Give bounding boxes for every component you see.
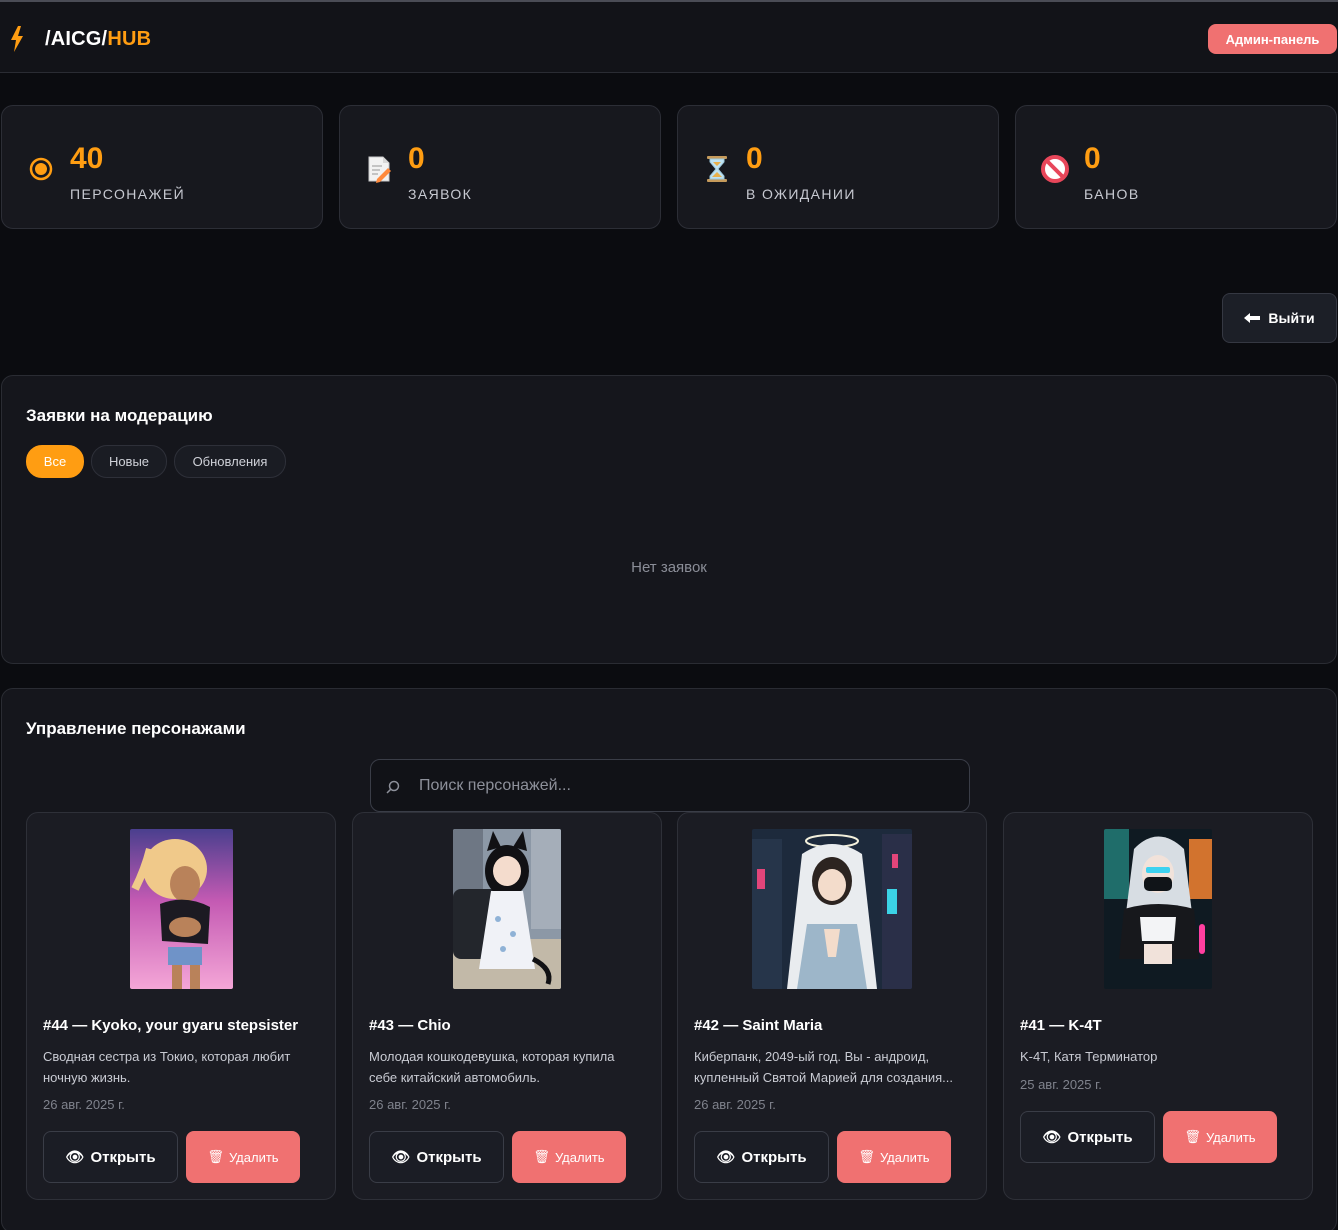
description-line: ночную жизнь.	[43, 1070, 131, 1085]
delete-label: Удалить	[879, 1149, 930, 1165]
description-line: Киберпанк, 2049-ый год. Вы - андроид,	[694, 1049, 930, 1064]
logout-label: Выйти	[1268, 310, 1315, 326]
character-image[interactable]	[752, 829, 912, 989]
delete-button[interactable]: 🗑 Удалить	[512, 1131, 626, 1183]
stat-value: 0	[408, 142, 425, 175]
moderation-panel: Заявки на модерацию Все Новые Обновления…	[1, 375, 1337, 664]
character-image[interactable]	[130, 829, 233, 989]
character-title: #44 — Kyoko, your gyaru stepsister	[43, 1017, 299, 1034]
character-title: #41 — K-4T	[1020, 1017, 1102, 1034]
filter-all[interactable]: Все	[26, 445, 84, 478]
character-image[interactable]	[1104, 829, 1212, 989]
filter-updates[interactable]: Обновления	[174, 445, 286, 478]
panel-title: Заявки на модерацию	[26, 406, 213, 425]
open-label: Открыть	[90, 1148, 156, 1166]
stat-value: 40	[70, 142, 104, 175]
description-line: Молодая кошкодевушка, которая купила	[369, 1049, 615, 1064]
eye-icon: 👁	[716, 1149, 736, 1166]
top-bar: /AICG/HUB Админ-панель	[0, 0, 1338, 73]
eye-icon: 👁	[65, 1149, 85, 1166]
stat-card-characters: 40 ПЕРСОНАЖЕЙ	[1, 105, 323, 229]
open-button[interactable]: 👁 Открыть	[369, 1131, 504, 1183]
logo-prefix: /AICG/	[45, 28, 108, 50]
character-description: Сводная сестра из Токио, которая любит н…	[43, 1046, 325, 1088]
character-date: 25 авг. 2025 г.	[1020, 1077, 1102, 1092]
eye-icon: 👁	[1042, 1129, 1062, 1146]
eye-icon: 👁	[391, 1149, 411, 1166]
search-input[interactable]	[419, 760, 959, 811]
trash-icon: 🗑	[1184, 1129, 1201, 1144]
arrow-left-icon	[1244, 313, 1261, 323]
stat-card-pending: 0 В ОЖИДАНИИ	[677, 105, 999, 229]
logout-button[interactable]: Выйти	[1222, 293, 1337, 343]
character-card: #42 — Saint Maria Киберпанк, 2049-ый год…	[677, 812, 987, 1200]
search-icon	[386, 780, 400, 794]
delete-label: Удалить	[554, 1149, 605, 1165]
character-description: K-4T, Катя Терминатор	[1020, 1046, 1302, 1067]
open-button[interactable]: 👁 Открыть	[43, 1131, 178, 1183]
character-card: #44 — Kyoko, your gyaru stepsister Сводн…	[26, 812, 336, 1200]
trash-icon: 🗑	[858, 1149, 875, 1164]
character-card: #41 — K-4T K-4T, Катя Терминатор 25 авг.…	[1003, 812, 1313, 1200]
ban-icon	[1041, 155, 1069, 183]
character-image[interactable]	[453, 829, 561, 989]
stat-label: БАНОВ	[1084, 186, 1140, 202]
stat-label: В ОЖИДАНИИ	[746, 186, 856, 202]
logo[interactable]: /AICG/HUB	[45, 28, 151, 51]
character-title: #42 — Saint Maria	[694, 1017, 823, 1034]
search-box	[370, 759, 970, 812]
delete-button[interactable]: 🗑 Удалить	[1163, 1111, 1277, 1163]
description-line: Сводная сестра из Токио, которая любит	[43, 1049, 291, 1064]
stat-card-requests: 0 ЗАЯВОК	[339, 105, 661, 229]
open-button[interactable]: 👁 Открыть	[1020, 1111, 1155, 1163]
empty-state-text: Нет заявок	[631, 559, 707, 576]
delete-button[interactable]: 🗑 Удалить	[837, 1131, 951, 1183]
logo-accent: HUB	[107, 28, 152, 50]
stat-card-bans: 0 БАНОВ	[1015, 105, 1337, 229]
open-label: Открыть	[416, 1148, 482, 1166]
open-label: Открыть	[741, 1148, 807, 1166]
character-description: Киберпанк, 2049-ый год. Вы - андроид, ку…	[694, 1046, 976, 1088]
memo-icon	[368, 156, 391, 183]
description-line: K-4T, Катя Терминатор	[1020, 1049, 1158, 1064]
delete-label: Удалить	[228, 1149, 279, 1165]
character-card: #43 — Chio Молодая кошкодевушка, которая…	[352, 812, 662, 1200]
open-label: Открыть	[1067, 1128, 1133, 1146]
character-description: Молодая кошкодевушка, которая купила себ…	[369, 1046, 651, 1088]
lightning-icon	[11, 26, 23, 52]
character-title: #43 — Chio	[369, 1017, 451, 1034]
stat-label: ЗАЯВОК	[408, 186, 473, 202]
stat-value: 0	[1084, 142, 1101, 175]
character-date: 26 авг. 2025 г.	[369, 1097, 451, 1112]
open-button[interactable]: 👁 Открыть	[694, 1131, 829, 1183]
admin-panel-button[interactable]: Админ-панель	[1208, 24, 1337, 54]
filter-new[interactable]: Новые	[91, 445, 167, 478]
delete-button[interactable]: 🗑 Удалить	[186, 1131, 300, 1183]
delete-label: Удалить	[1205, 1129, 1256, 1145]
hourglass-icon	[707, 156, 727, 182]
panel-title: Управление персонажами	[26, 719, 246, 738]
stat-label: ПЕРСОНАЖЕЙ	[70, 186, 186, 202]
description-line: купленный Святой Марией для создания...	[694, 1070, 954, 1085]
trash-icon: 🗑	[533, 1149, 550, 1164]
trash-icon: 🗑	[207, 1149, 224, 1164]
description-line: себе китайский автомобиль.	[369, 1070, 541, 1085]
character-date: 26 авг. 2025 г.	[43, 1097, 125, 1112]
target-icon	[29, 157, 53, 181]
stat-value: 0	[746, 142, 763, 175]
character-date: 26 авг. 2025 г.	[694, 1097, 776, 1112]
